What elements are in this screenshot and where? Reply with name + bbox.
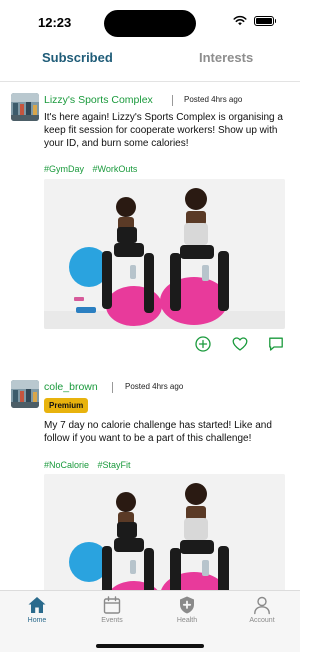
comment-icon[interactable] bbox=[268, 336, 284, 352]
post-author[interactable]: Lizzy's Sports Complex bbox=[44, 94, 153, 106]
nav-account[interactable]: Account bbox=[232, 595, 292, 624]
feed[interactable]: Lizzy's Sports Complex Posted 4hrs ago I… bbox=[0, 83, 300, 590]
home-icon bbox=[28, 597, 46, 613]
dynamic-island bbox=[104, 10, 196, 37]
home-indicator bbox=[96, 644, 204, 648]
nav-home[interactable]: Home bbox=[7, 595, 67, 624]
calendar-icon bbox=[103, 596, 121, 614]
nav-events[interactable]: Events bbox=[82, 595, 142, 624]
nav-health[interactable]: Health bbox=[157, 595, 217, 624]
heart-icon[interactable] bbox=[232, 336, 248, 352]
shield-plus-icon bbox=[180, 596, 194, 614]
tag[interactable]: #WorkOuts bbox=[93, 164, 138, 174]
tag[interactable]: #NoCalorie bbox=[44, 460, 89, 470]
add-circle-icon[interactable] bbox=[195, 336, 211, 352]
post-actions bbox=[0, 336, 300, 354]
battery-icon bbox=[254, 16, 276, 26]
nav-label: Account bbox=[249, 617, 275, 624]
post-timestamp: Posted 4hrs ago bbox=[184, 95, 243, 104]
premium-badge: Premium bbox=[44, 398, 89, 413]
post-body: It's here again! Lizzy's Sports Complex … bbox=[44, 112, 283, 149]
status-time: 12:23 bbox=[38, 15, 72, 30]
meta-divider bbox=[112, 382, 113, 393]
feed-tabs: Subscribed Interests bbox=[0, 44, 300, 82]
avatar[interactable] bbox=[11, 380, 39, 408]
post-image[interactable] bbox=[44, 179, 285, 329]
nav-label: Health bbox=[176, 617, 198, 624]
nav-label: Home bbox=[27, 617, 47, 624]
bottom-nav: Home Events Health Account bbox=[0, 590, 300, 652]
status-bar: 12:23 bbox=[0, 0, 300, 44]
avatar[interactable] bbox=[11, 93, 39, 121]
post-author[interactable]: cole_brown bbox=[44, 381, 98, 393]
wifi-icon bbox=[233, 15, 247, 26]
post-body: My 7 day no calorie challenge has starte… bbox=[44, 420, 272, 444]
post-timestamp: Posted 4hrs ago bbox=[125, 382, 184, 391]
meta-divider bbox=[172, 95, 173, 106]
post-image[interactable] bbox=[44, 474, 285, 590]
tab-interests[interactable]: Interests bbox=[199, 50, 253, 65]
post-tags: #NoCalorie #StayFit bbox=[44, 460, 137, 470]
nav-label: Events bbox=[101, 617, 123, 624]
post-tags: #GymDay #WorkOuts bbox=[44, 164, 143, 174]
tag[interactable]: #GymDay bbox=[44, 164, 84, 174]
person-icon bbox=[254, 596, 270, 615]
tab-subscribed[interactable]: Subscribed bbox=[42, 50, 113, 65]
tag[interactable]: #StayFit bbox=[98, 460, 131, 470]
